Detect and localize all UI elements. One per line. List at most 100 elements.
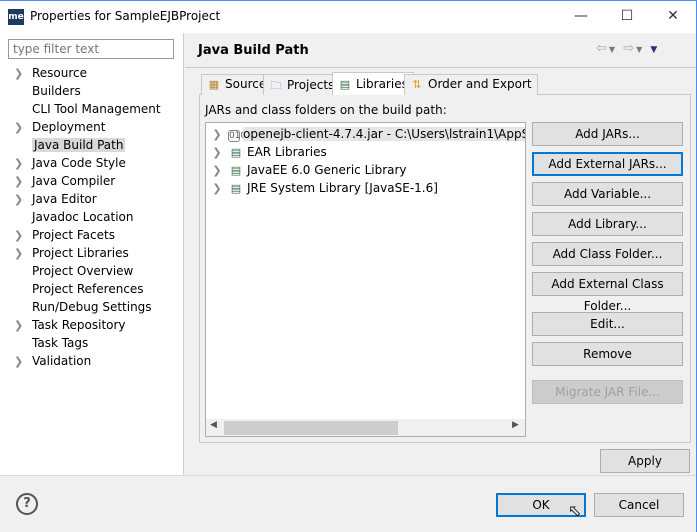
library-icon: ▤	[230, 182, 242, 195]
chevron-right-icon[interactable]: ❯	[14, 317, 32, 335]
order-arrows-icon: ⇅	[412, 78, 422, 91]
build-path-tree[interactable]: ❯ 010openejb-client-4.7.4.jar - C:\Users\…	[205, 122, 526, 437]
scrollbar-thumb[interactable]	[224, 421, 398, 435]
chevron-right-icon[interactable]: ❯	[14, 173, 32, 191]
sidebar-item[interactable]: Javadoc Location	[14, 208, 133, 226]
divider	[185, 67, 696, 68]
sidebar-item-label: Validation	[32, 354, 92, 368]
sidebar-item[interactable]: Project Overview	[14, 262, 133, 280]
sidebar-item[interactable]: ❯ Java Editor	[14, 190, 97, 208]
horizontal-scrollbar[interactable]: ◀ ▶	[206, 419, 525, 436]
chevron-right-icon[interactable]: ❯	[14, 65, 32, 83]
tree-row[interactable]: ❯ ▤ JavaEE 6.0 Generic Library	[206, 161, 525, 180]
cancel-button[interactable]: Cancel	[594, 493, 684, 517]
scroll-left-icon[interactable]: ◀	[210, 420, 217, 430]
add-jars-button[interactable]: Add JARs...	[532, 122, 683, 146]
add-external-jars-button[interactable]: Add External JARs...	[532, 152, 683, 176]
sidebar-item-label: Java Editor	[32, 192, 97, 206]
sidebar-item-label: Run/Debug Settings	[32, 300, 152, 314]
sidebar-item-label: Project References	[32, 282, 144, 296]
tree-row[interactable]: ❯ ▤ JRE System Library [JavaSE-1.6]	[206, 179, 525, 198]
sidebar-item[interactable]: Task Tags	[14, 334, 88, 352]
sidebar-item[interactable]: ❯ Java Compiler	[14, 172, 115, 190]
sidebar-item[interactable]: CLI Tool Management	[14, 100, 161, 118]
tab-libraries[interactable]: ▤ Libraries	[332, 72, 414, 95]
add-external-class-folder-button[interactable]: Add External Class Folder...	[532, 272, 683, 313]
scroll-right-icon[interactable]: ▶	[512, 420, 519, 430]
chevron-right-icon[interactable]: ❯	[206, 144, 228, 162]
sidebar-item[interactable]: Java Build Path	[14, 136, 126, 154]
sidebar-item[interactable]: ❯ Project Facets	[14, 226, 115, 244]
view-menu-icon[interactable]: ▼	[650, 45, 659, 55]
sidebar-item[interactable]: Project References	[14, 280, 144, 298]
sidebar-item-label: Builders	[32, 84, 81, 98]
sidebar-item-label: CLI Tool Management	[32, 102, 161, 116]
chevron-right-icon[interactable]: ❯	[14, 245, 32, 263]
sidebar-item[interactable]: ❯ Deployment	[14, 118, 105, 136]
tab-source[interactable]: ▦ Source	[201, 74, 273, 95]
add-library-button[interactable]: Add Library...	[532, 212, 683, 236]
chevron-right-icon[interactable]: ❯	[14, 227, 32, 245]
edit-button[interactable]: Edit...	[532, 312, 683, 336]
entry-label: openejb-client-4.7.4.jar - C:\Users\lstr…	[243, 127, 525, 141]
chevron-right-icon[interactable]: ❯	[14, 119, 32, 137]
migrate-jar-button[interactable]: Migrate JAR File...	[532, 380, 683, 404]
chevron-right-icon[interactable]: ❯	[206, 180, 228, 198]
back-icon[interactable]: ⇦	[596, 41, 609, 56]
sidebar-item[interactable]: ❯ Validation	[14, 352, 91, 370]
maximize-button[interactable]: ☐	[604, 1, 650, 33]
jar-icon: 010	[228, 130, 247, 142]
app-logo: me	[8, 9, 24, 25]
sidebar-item-label: Java Build Path	[32, 138, 126, 152]
library-icon: ▤	[230, 164, 242, 177]
title-bar: me Properties for SampleEJBProject — ☐ ✕	[0, 1, 696, 33]
chevron-right-icon[interactable]: ❯	[14, 191, 32, 209]
tree-row[interactable]: ❯ ▤ EAR Libraries	[206, 143, 525, 162]
minimize-button[interactable]: —	[558, 1, 604, 33]
sidebar-item-label: Deployment	[32, 120, 106, 134]
entry-label: JavaEE 6.0 Generic Library	[247, 163, 407, 177]
chevron-right-icon[interactable]: ❯	[14, 155, 32, 173]
forward-menu-icon[interactable]: ▼	[636, 45, 644, 54]
library-icon: ▤	[339, 78, 351, 91]
sidebar-item-label: Resource	[32, 66, 88, 80]
folder-icon: 🗀	[270, 79, 282, 92]
tab-projects[interactable]: 🗀 Projects	[263, 74, 341, 95]
mouse-cursor-icon: ⬁	[568, 501, 582, 520]
sidebar-item[interactable]: Run/Debug Settings	[14, 298, 152, 316]
sidebar-item-label: Project Overview	[32, 264, 134, 278]
sidebar-item-label: Javadoc Location	[32, 210, 134, 224]
sidebar-item[interactable]: Builders	[14, 82, 81, 100]
forward-icon[interactable]: ⇨	[623, 41, 636, 56]
sidebar-item-label: Task Tags	[32, 336, 89, 350]
filter-input[interactable]	[8, 39, 174, 59]
add-class-folder-button[interactable]: Add Class Folder...	[532, 242, 683, 266]
sidebar-item-label: Project Libraries	[32, 246, 129, 260]
chevron-right-icon[interactable]: ❯	[14, 353, 32, 371]
source-folder-icon: ▦	[208, 78, 220, 91]
library-icon: ▤	[230, 146, 242, 159]
sidebar-item-label: Java Code Style	[32, 156, 126, 170]
chevron-right-icon[interactable]: ❯	[206, 126, 228, 144]
back-menu-icon[interactable]: ▼	[609, 45, 617, 54]
divider	[0, 475, 696, 476]
close-button[interactable]: ✕	[650, 1, 696, 33]
apply-button[interactable]: Apply	[600, 449, 690, 473]
tree-row[interactable]: ❯ 010openejb-client-4.7.4.jar - C:\Users\…	[206, 125, 525, 144]
entry-label: EAR Libraries	[247, 145, 327, 159]
entry-label: JRE System Library [JavaSE-1.6]	[247, 181, 438, 195]
sidebar-item[interactable]: ❯ Task Repository	[14, 316, 126, 334]
add-variable-button[interactable]: Add Variable...	[532, 182, 683, 206]
sidebar-item[interactable]: ❯ Resource	[14, 64, 87, 82]
tab-order-and-export[interactable]: ⇅ Order and Export	[404, 74, 538, 95]
help-icon[interactable]: ?	[16, 493, 38, 515]
remove-button[interactable]: Remove	[532, 342, 683, 366]
sidebar-item[interactable]: ❯ Java Code Style	[14, 154, 126, 172]
sidebar-item-label: Java Compiler	[32, 174, 116, 188]
list-label: JARs and class folders on the build path…	[205, 103, 447, 117]
page-title: Java Build Path	[198, 43, 309, 58]
chevron-right-icon[interactable]: ❯	[206, 162, 228, 180]
properties-dialog: me Properties for SampleEJBProject — ☐ ✕…	[0, 0, 697, 532]
history-nav: ⇦▼ ⇨▼ ▼	[596, 41, 659, 56]
sidebar-item[interactable]: ❯ Project Libraries	[14, 244, 129, 262]
